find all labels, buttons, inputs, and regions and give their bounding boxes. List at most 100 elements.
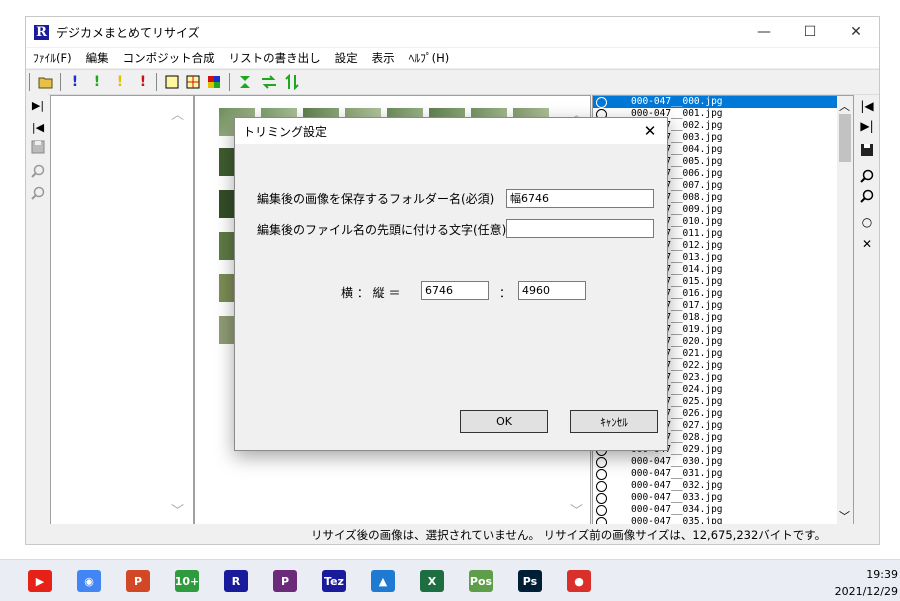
right-tool-strip: |◀ ▶| ○ ✕	[854, 95, 879, 525]
app-10plus-icon[interactable]: 10+	[175, 570, 199, 592]
dialog-title: トリミング設定	[243, 125, 328, 139]
thumbnail-image[interactable]	[219, 190, 235, 218]
thumbnail-image[interactable]	[219, 274, 235, 302]
ratio-colon: ：	[499, 286, 512, 300]
toolbar: ! ! ! !	[26, 69, 879, 95]
menu-settings[interactable]: 設定	[328, 50, 365, 66]
taskbar-clock[interactable]: 19:39 2021/12/29	[835, 566, 898, 600]
next-arrow-icon[interactable]: ▶|	[858, 117, 876, 135]
pos-app-icon[interactable]: Pos	[469, 570, 493, 592]
photos-app-icon[interactable]: ▲	[371, 570, 395, 592]
open-folder-icon[interactable]	[37, 73, 55, 91]
clock-time: 19:39	[866, 568, 898, 581]
zoom-in-icon[interactable]	[29, 162, 47, 180]
menu-edit[interactable]: 編集	[79, 50, 116, 66]
app-logo-icon: R	[34, 25, 49, 40]
file-name: 000-047__032.jpg	[631, 480, 723, 491]
scroll-thumb[interactable]	[839, 114, 851, 162]
window-title: デジカメまとめてリサイズ	[56, 26, 200, 40]
status-text: リサイズ後の画像は、選択されていません。 リサイズ前の画像サイズは、12,675…	[311, 528, 827, 542]
save-icon[interactable]	[858, 141, 876, 159]
ok-button[interactable]: OK	[460, 410, 548, 433]
youtube-icon[interactable]: ▶	[28, 570, 52, 592]
clock-date: 2021/12/29	[834, 585, 898, 598]
excel-icon[interactable]: X	[420, 570, 444, 592]
file-list-row[interactable]: 000-047__033.jpg	[593, 492, 837, 504]
maximize-button[interactable]: ☐	[787, 17, 833, 47]
rectangle-select-icon[interactable]	[163, 73, 181, 91]
zoom-out-icon[interactable]	[858, 187, 876, 205]
status-circle-icon	[596, 457, 607, 468]
status-circle-icon	[596, 469, 607, 480]
file-name: 000-047__031.jpg	[631, 468, 723, 479]
zoom-out-icon[interactable]	[29, 184, 47, 202]
scroll-down-icon[interactable]: ﹀	[171, 500, 184, 519]
save-icon[interactable]	[29, 138, 47, 156]
menu-file[interactable]: ﾌｧｲﾙ(F)	[26, 50, 79, 66]
status-bar: リサイズ後の画像は、選択されていません。 リサイズ前の画像サイズは、12,675…	[26, 524, 879, 544]
file-name: 000-047__000.jpg	[631, 96, 723, 107]
next-arrow-icon[interactable]: ▶|	[29, 96, 47, 114]
powerpoint-icon[interactable]: P	[126, 570, 150, 592]
chrome-icon[interactable]: ◉	[77, 570, 101, 592]
menu-composite[interactable]: コンポジット合成	[116, 50, 222, 66]
width-input[interactable]	[421, 281, 489, 300]
toolbar-separator	[229, 73, 230, 91]
file-name: 000-047__030.jpg	[631, 456, 723, 467]
menu-export-list[interactable]: リストの書き出し	[222, 50, 328, 66]
folder-name-label: 編集後の画像を保存するフォルダー名(必須)	[257, 192, 495, 206]
tez-app-icon[interactable]: Tez	[322, 570, 346, 592]
exclaim-red-icon[interactable]: !	[134, 73, 152, 91]
color-grid-icon[interactable]	[205, 73, 223, 91]
exclaim-blue-icon[interactable]: !	[66, 73, 84, 91]
thumbnail-image[interactable]	[219, 148, 235, 176]
status-circle-icon	[596, 493, 607, 504]
purple-p-app-icon[interactable]: P	[273, 570, 297, 592]
trimming-settings-dialog: トリミング設定 ✕ 編集後の画像を保存するフォルダー名(必須) 編集後のファイル…	[234, 117, 668, 451]
menu-view[interactable]: 表示	[365, 50, 402, 66]
grid-select-icon[interactable]	[184, 73, 202, 91]
toolbar-separator	[156, 73, 157, 91]
flip-vertical-icon[interactable]	[236, 73, 254, 91]
thumbnail-image[interactable]	[219, 316, 235, 344]
file-list-row[interactable]: 000-047__031.jpg	[593, 468, 837, 480]
close-button[interactable]: ✕	[833, 17, 879, 47]
resize-app-icon[interactable]: R	[224, 570, 248, 592]
circle-mark-icon[interactable]: ○	[858, 213, 876, 231]
zoom-in-icon[interactable]	[858, 167, 876, 185]
toolbar-grip	[29, 73, 30, 91]
filename-prefix-input[interactable]	[506, 219, 654, 238]
menu-help[interactable]: ﾍﾙﾌﾟ(H)	[402, 50, 457, 66]
dialog-close-button[interactable]: ✕	[635, 118, 665, 144]
left-tool-strip: ▶| |◀	[26, 94, 48, 524]
exclaim-green-icon[interactable]: !	[88, 73, 106, 91]
scroll-down-icon[interactable]: ﹀	[839, 508, 850, 524]
swap-horizontal-icon[interactable]	[260, 73, 278, 91]
photoshop-icon[interactable]: Ps	[518, 570, 542, 592]
media-app-icon[interactable]: ●	[567, 570, 591, 592]
prev-arrow-icon[interactable]: |◀	[29, 118, 47, 136]
filename-prefix-label: 編集後のファイル名の先頭に付ける文字(任意)	[257, 223, 507, 237]
scroll-up-icon[interactable]: ︿	[171, 104, 184, 123]
file-list-scrollbar[interactable]: ︿ ﹀	[837, 96, 853, 524]
file-list-row[interactable]: 000-047__000.jpg	[593, 96, 837, 108]
file-list-row[interactable]: 000-047__032.jpg	[593, 480, 837, 492]
height-input[interactable]	[518, 281, 586, 300]
toolbar-separator	[60, 73, 61, 91]
prev-arrow-icon[interactable]: |◀	[858, 97, 876, 115]
file-list-row[interactable]: 000-047__034.jpg	[593, 504, 837, 516]
scroll-up-icon[interactable]: ︿	[839, 98, 850, 114]
scroll-down-icon[interactable]: ﹀	[570, 500, 583, 519]
folder-tree-panel[interactable]: ︿ ﹀	[50, 95, 194, 525]
folder-name-input[interactable]	[506, 189, 654, 208]
cross-mark-icon[interactable]: ✕	[858, 235, 876, 253]
file-list-row[interactable]: 000-047__030.jpg	[593, 456, 837, 468]
taskbar: ▶ ◉ P 10+ R P Tez ▲ X Pos Ps ● 19:39 2021/12/29	[0, 559, 900, 601]
status-circle-icon	[596, 505, 607, 516]
swap-vertical-icon[interactable]	[283, 73, 301, 91]
thumbnail-image[interactable]	[219, 232, 235, 260]
minimize-button[interactable]: —	[741, 17, 787, 47]
status-circle-icon	[596, 97, 607, 108]
exclaim-yellow-icon[interactable]: !	[111, 73, 129, 91]
cancel-button[interactable]: ｷｬﾝｾﾙ	[570, 410, 658, 433]
